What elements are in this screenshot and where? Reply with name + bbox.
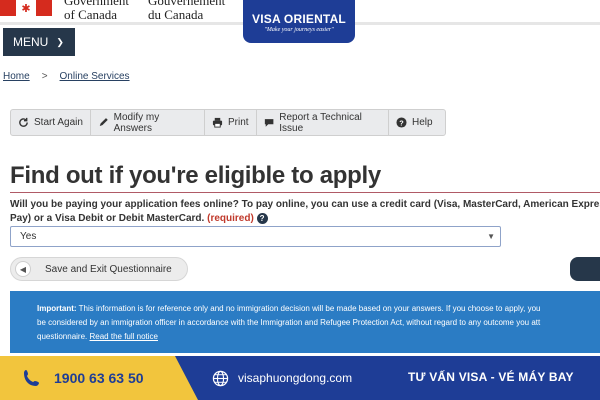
menu-label: MENU (13, 35, 49, 49)
promo-footer: 1900 63 63 50 visaphuongdong.com TƯ VẤN … (0, 356, 600, 400)
website-block: visaphuongdong.com (212, 356, 352, 400)
arrow-left-icon: ◀ (15, 261, 31, 277)
next-button[interactable] (570, 257, 600, 281)
chevron-down-icon: ▼ (487, 232, 495, 241)
phone-block: 1900 63 63 50 (0, 356, 198, 400)
payment-online-select[interactable]: Yes ▼ (10, 226, 501, 247)
chevron-down-icon: ❯ (56, 36, 64, 47)
breadcrumb: Home > Online Services (3, 71, 130, 82)
save-exit-button[interactable]: ◀ Save and Exit Questionnaire (10, 257, 188, 281)
phone-number[interactable]: 1900 63 63 50 (54, 370, 144, 386)
read-full-notice-link[interactable]: Read the full notice (90, 332, 159, 341)
question-icon: ? (396, 117, 407, 128)
help-button[interactable]: ? Help (389, 110, 445, 135)
question-label: Will you be paying your application fees… (10, 199, 600, 224)
breadcrumb-separator: > (41, 71, 48, 82)
start-again-button[interactable]: Start Again (11, 110, 91, 135)
print-button[interactable]: Print (205, 110, 257, 135)
svg-text:?: ? (399, 118, 404, 127)
phone-icon (24, 370, 39, 386)
comment-icon (264, 119, 274, 127)
important-notice: Important: This information is for refer… (10, 291, 600, 353)
website-link[interactable]: visaphuongdong.com (238, 371, 352, 385)
service-slogan: TƯ VẤN VISA - VÉ MÁY BAY (408, 370, 574, 384)
brand-tagline: "Make your journeys easier" (264, 27, 334, 33)
question-help-icon[interactable]: ? (256, 212, 268, 224)
modify-answers-button[interactable]: Modify my Answers (91, 110, 205, 135)
breadcrumb-home[interactable]: Home (3, 71, 30, 82)
report-issue-button[interactable]: Report a Technical Issue (257, 110, 389, 135)
pencil-icon (99, 118, 108, 127)
required-marker: (required) (207, 213, 254, 224)
canada-flag: ✱ (0, 0, 52, 16)
gov-name-en: Government of Canada (64, 0, 129, 22)
brand-name: VISA ORIENTAL (252, 12, 346, 26)
breadcrumb-online-services[interactable]: Online Services (60, 71, 130, 82)
refresh-icon (19, 117, 28, 127)
maple-leaf-icon: ✱ (16, 0, 36, 16)
gov-name-fr: Gouvernement du Canada (148, 0, 226, 22)
menu-button[interactable]: MENU ❯ (3, 28, 75, 56)
questionnaire-toolbar: Start Again Modify my Answers Print Repo… (10, 109, 446, 136)
printer-icon (212, 117, 223, 128)
globe-icon (212, 370, 229, 386)
title-divider (10, 192, 600, 193)
brand-badge: VISA ORIENTAL "Make your journeys easier… (243, 0, 355, 43)
page-title: Find out if you're eligible to apply (10, 162, 381, 189)
select-value: Yes (20, 231, 37, 242)
